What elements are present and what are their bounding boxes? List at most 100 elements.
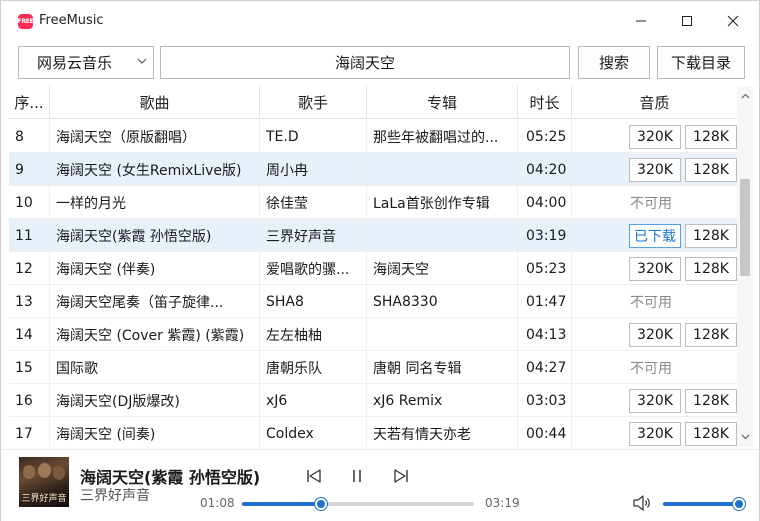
table-row[interactable]: 16 海阔天空(DJ版爆改) xJ6 xJ6 Remix 03:03 320K 128K xyxy=(9,384,737,417)
download-320k-button[interactable]: 320K xyxy=(629,389,681,413)
column-header-title[interactable]: 歌曲 xyxy=(50,86,260,119)
maximize-button[interactable] xyxy=(664,1,710,41)
progress-slider[interactable] xyxy=(242,498,474,510)
column-header-album[interactable]: 专辑 xyxy=(367,86,518,119)
table-row[interactable]: 13 海阔天空尾奏（笛子旋律... SHA8 SHA8330 01:47 不可用 xyxy=(9,285,737,318)
download-320k-button[interactable]: 320K xyxy=(629,323,681,347)
table-row[interactable]: 15 国际歌 唐朝乐队 唐朝 同名专辑 04:27 不可用 xyxy=(9,351,737,384)
progress-fill xyxy=(242,502,322,506)
download-320k-button[interactable]: 320K xyxy=(629,257,681,281)
download-128k-button[interactable]: 128K xyxy=(685,125,737,149)
scrollbar-thumb[interactable] xyxy=(740,179,750,276)
song-artist: 爱唱歌的骡... xyxy=(260,252,367,285)
table-row[interactable]: 17 海阔天空 (间奏) Coldex 天若有情天亦老 00:44 320K 128K xyxy=(9,417,737,447)
app-window: FREE FreeMusic 网易云音乐 搜索 下载目录 序... 歌曲 歌手 … xyxy=(0,0,760,521)
close-button[interactable] xyxy=(710,1,756,41)
minimize-button[interactable] xyxy=(618,1,664,41)
song-album: SHA8330 xyxy=(367,285,518,318)
song-duration: 05:23 xyxy=(518,252,572,285)
table-row[interactable]: 12 海阔天空 (伴奏) 爱唱歌的骡... 海阔天空 05:23 320K 128K xyxy=(9,252,737,285)
cover-caption: 三界好声音 xyxy=(21,494,67,504)
volume-icon[interactable] xyxy=(632,494,652,512)
table-row[interactable]: 11 海阔天空(紫霞 孙悟空版) 三界好声音 03:19 已下载 128K xyxy=(9,219,737,252)
download-320k-button[interactable]: 320K xyxy=(629,158,681,182)
download-128k-button[interactable]: 128K xyxy=(685,158,737,182)
song-title: 国际歌 xyxy=(50,351,260,384)
downloaded-button[interactable]: 已下载 xyxy=(629,224,681,248)
table-row[interactable]: 9 海阔天空 (女生RemixLive版) 周小冉 04:20 320K 128K xyxy=(9,153,737,186)
song-album: 海阔天空 xyxy=(367,252,518,285)
download-128k-button[interactable]: 128K xyxy=(685,323,737,347)
table-row[interactable]: 8 海阔天空（原版翻唱） TE.D 那些年被翻唱过的... 05:25 320K 128K xyxy=(9,120,737,153)
song-duration: 04:20 xyxy=(518,153,572,186)
download-320k-button[interactable]: 320K xyxy=(629,422,681,446)
table-scrollbar[interactable] xyxy=(737,86,753,447)
song-album xyxy=(367,318,518,351)
song-duration: 04:27 xyxy=(518,351,572,384)
quality-cell: 320K 128K xyxy=(572,318,737,351)
song-artist: 周小冉 xyxy=(260,153,367,186)
song-duration: 04:00 xyxy=(518,186,572,219)
scroll-down-icon[interactable] xyxy=(737,429,753,445)
quality-cell: 320K 128K xyxy=(572,384,737,417)
scroll-up-icon[interactable] xyxy=(737,88,753,104)
now-playing-artist: 三界好声音 xyxy=(80,488,150,504)
source-select[interactable]: 网易云音乐 xyxy=(18,46,154,79)
close-icon xyxy=(727,15,739,27)
app-title: FreeMusic xyxy=(39,13,104,28)
previous-button[interactable] xyxy=(302,464,326,488)
column-header-artist[interactable]: 歌手 xyxy=(260,86,367,119)
row-number: 10 xyxy=(9,186,50,219)
song-album: 那些年被翻唱过的... xyxy=(367,120,518,153)
row-number: 16 xyxy=(9,384,50,417)
source-select-value: 网易云音乐 xyxy=(37,54,113,72)
song-album: 唐朝 同名专辑 xyxy=(367,351,518,384)
song-album xyxy=(367,153,518,186)
download-directory-button[interactable]: 下载目录 xyxy=(657,46,745,79)
row-number: 11 xyxy=(9,219,50,252)
song-duration: 01:47 xyxy=(518,285,572,318)
total-time: 03:19 xyxy=(485,496,520,510)
song-title: 海阔天空（原版翻唱） xyxy=(50,120,260,153)
song-title: 海阔天空尾奏（笛子旋律... xyxy=(50,285,260,318)
download-128k-button[interactable]: 128K xyxy=(685,422,737,446)
song-duration: 05:25 xyxy=(518,120,572,153)
search-input[interactable] xyxy=(160,46,570,79)
album-cover[interactable]: 三界好声音 xyxy=(19,457,69,507)
column-header-quality[interactable]: 音质 xyxy=(572,86,737,119)
download-128k-button[interactable]: 128K xyxy=(685,389,737,413)
song-artist: Coldex xyxy=(260,417,367,447)
song-duration: 04:13 xyxy=(518,318,572,351)
chevron-down-icon xyxy=(137,56,147,69)
search-button[interactable]: 搜索 xyxy=(578,46,650,79)
download-128k-button[interactable]: 128K xyxy=(685,224,737,248)
volume-slider[interactable] xyxy=(663,498,745,510)
song-duration: 00:44 xyxy=(518,417,572,447)
song-artist: 左左柚柚 xyxy=(260,318,367,351)
next-button[interactable] xyxy=(389,464,413,488)
song-album xyxy=(367,219,518,252)
row-number: 9 xyxy=(9,153,50,186)
quality-cell: 320K 128K xyxy=(572,252,737,285)
download-128k-button[interactable]: 128K xyxy=(685,257,737,281)
table-header: 序... 歌曲 歌手 专辑 时长 音质 xyxy=(9,86,737,119)
row-number: 17 xyxy=(9,417,50,447)
progress-knob[interactable] xyxy=(315,498,328,510)
quality-cell: 320K 128K xyxy=(572,153,737,186)
volume-knob[interactable] xyxy=(732,498,745,510)
pause-button[interactable] xyxy=(345,464,369,488)
download-320k-button[interactable]: 320K xyxy=(629,125,681,149)
current-time: 01:08 xyxy=(200,496,235,510)
column-header-duration[interactable]: 时长 xyxy=(518,86,572,119)
unavailable-label: 不可用 xyxy=(630,294,672,311)
quality-cell: 不可用 xyxy=(572,186,737,219)
table-row[interactable]: 10 一样的月光 徐佳莹 LaLa首张创作专辑 04:00 不可用 xyxy=(9,186,737,219)
song-title: 海阔天空(DJ版爆改) xyxy=(50,384,260,417)
song-title: 一样的月光 xyxy=(50,186,260,219)
song-title: 海阔天空(紫霞 孙悟空版) xyxy=(50,219,260,252)
column-header-no[interactable]: 序... xyxy=(9,86,50,119)
table-row[interactable]: 14 海阔天空 (Cover 紫霞) (紫霞) 左左柚柚 04:13 320K 128K xyxy=(9,318,737,351)
quality-cell: 320K 128K xyxy=(572,417,737,447)
song-title: 海阔天空 (伴奏) xyxy=(50,252,260,285)
row-number: 15 xyxy=(9,351,50,384)
